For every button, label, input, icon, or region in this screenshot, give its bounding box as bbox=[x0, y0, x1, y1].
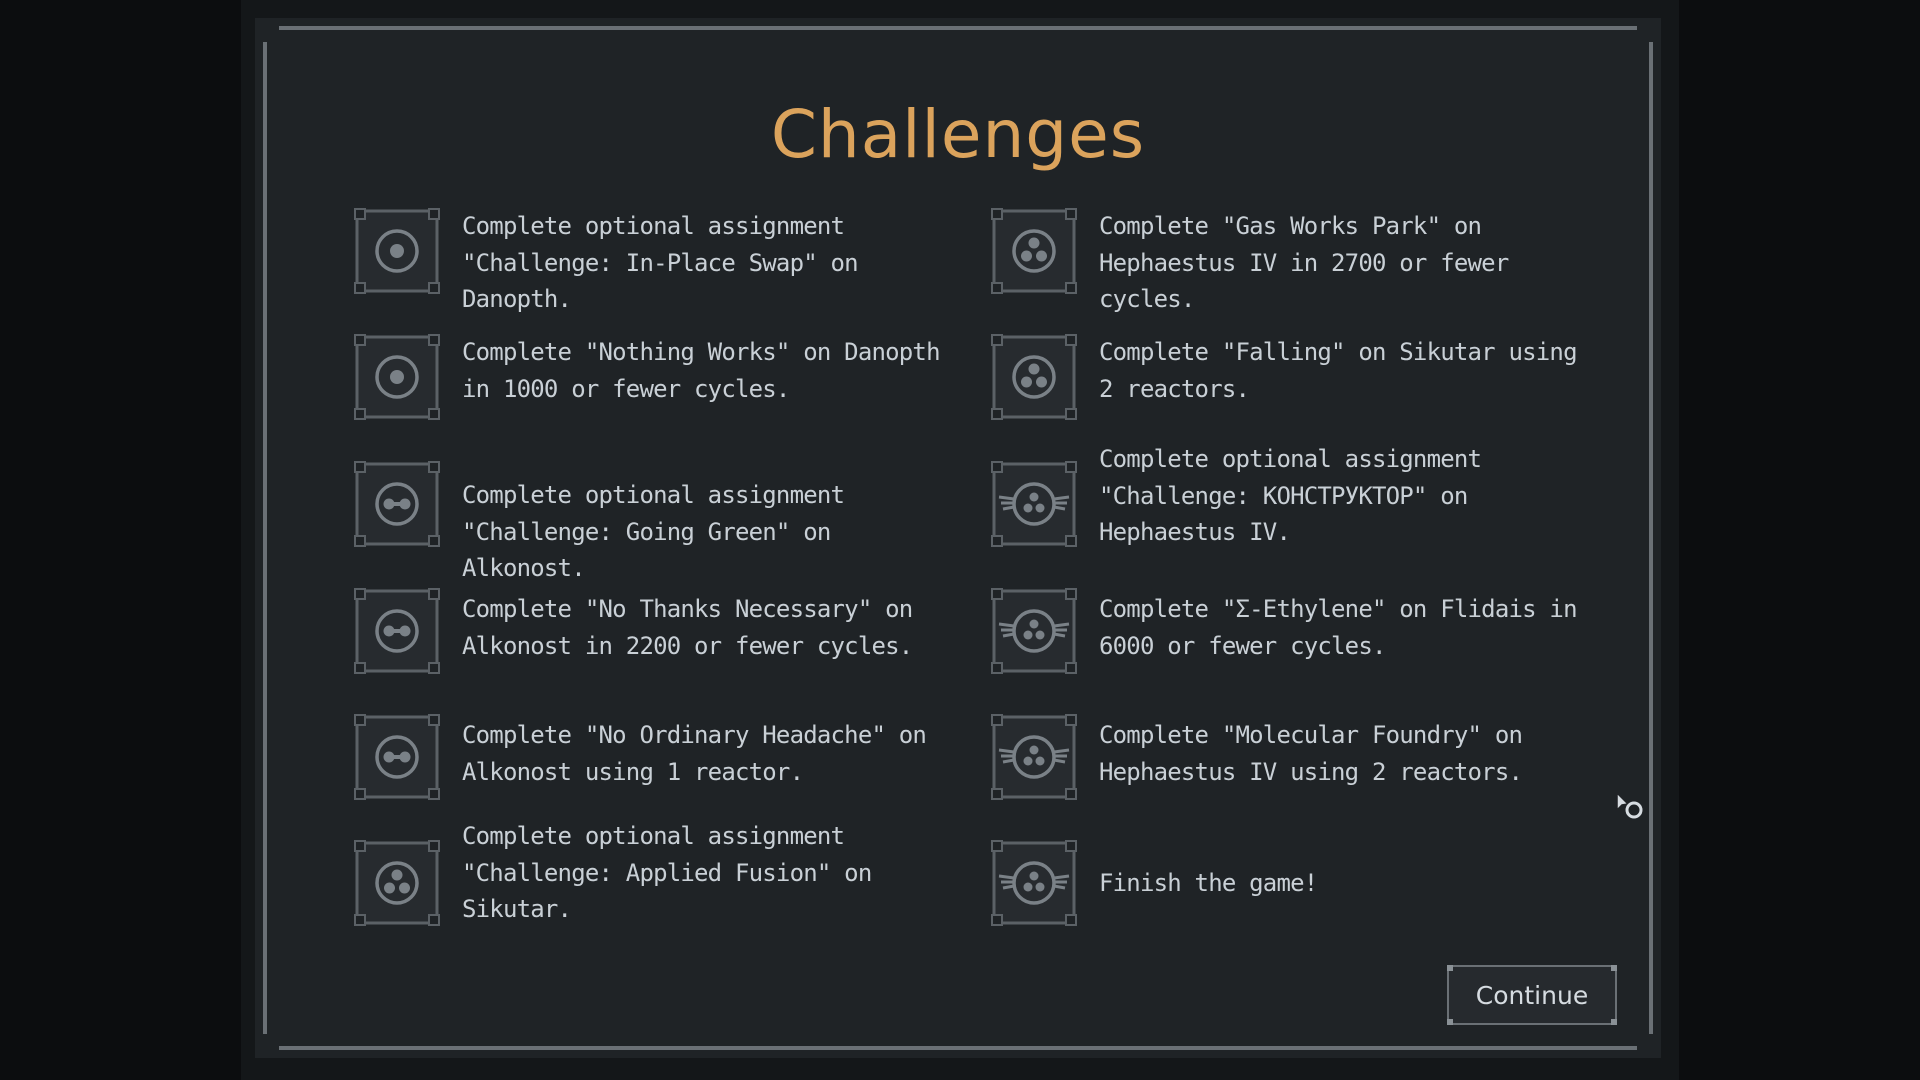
challenge-item: Complete "Falling" on Sikutar using 2 re… bbox=[991, 334, 1591, 446]
continue-button[interactable]: Continue bbox=[1447, 965, 1617, 1025]
corner-notch bbox=[255, 1034, 279, 1058]
corner-notch bbox=[1637, 18, 1661, 42]
winged-trefoil-icon bbox=[991, 588, 1077, 674]
challenge-item: Complete "No Ordinary Headache" on Alkon… bbox=[354, 714, 954, 826]
winged-trefoil-icon bbox=[991, 840, 1077, 926]
linked-ring-icon bbox=[354, 714, 440, 800]
challenge-text: Complete "Nothing Works" on Danopth in 1… bbox=[462, 338, 941, 403]
trefoil-ring-icon bbox=[991, 208, 1077, 294]
dot-ring-icon bbox=[354, 334, 440, 420]
challenge-text: Complete "Falling" on Sikutar using 2 re… bbox=[1099, 338, 1578, 403]
challenge-text: Complete "No Ordinary Headache" on Alkon… bbox=[462, 721, 927, 786]
challenge-item: Complete "Nothing Works" on Danopth in 1… bbox=[354, 334, 954, 446]
corner-notch bbox=[1637, 1034, 1661, 1058]
continue-label: Continue bbox=[1475, 980, 1589, 1010]
corner-notch bbox=[255, 18, 279, 42]
challenge-item: Finish the game! bbox=[991, 840, 1591, 952]
challenge-text: Complete optional assignment "Challenge:… bbox=[462, 481, 845, 582]
challenge-text: Complete "No Thanks Necessary" on Alkono… bbox=[462, 595, 913, 660]
challenge-item: Complete "No Thanks Necessary" on Alkono… bbox=[354, 588, 954, 700]
challenge-item: Complete optional assignment "Challenge:… bbox=[991, 445, 1591, 573]
challenge-item: Complete "Gas Works Park" on Hephaestus … bbox=[991, 208, 1591, 320]
challenge-item: Complete "Molecular Foundry" on Hephaest… bbox=[991, 714, 1591, 826]
challenge-item: Complete optional assignment "Challenge:… bbox=[354, 208, 954, 320]
challenge-text: Complete "Gas Works Park" on Hephaestus … bbox=[1099, 212, 1509, 313]
linked-ring-icon bbox=[354, 588, 440, 674]
challenge-text: Complete "Σ-Ethylene" on Flidais in 6000… bbox=[1099, 595, 1578, 660]
challenge-item: Complete "Σ-Ethylene" on Flidais in 6000… bbox=[991, 588, 1591, 700]
challenge-text: Complete optional assignment "Challenge:… bbox=[1099, 445, 1482, 546]
linked-ring-icon bbox=[354, 461, 440, 547]
trefoil-ring-icon bbox=[354, 840, 440, 926]
trefoil-ring-icon bbox=[991, 334, 1077, 420]
challenge-item: Complete optional assignment "Challenge:… bbox=[354, 461, 954, 582]
challenge-text: Finish the game! bbox=[1099, 869, 1318, 897]
challenge-text: Complete "Molecular Foundry" on Hephaest… bbox=[1099, 721, 1523, 786]
page-title: Challenges bbox=[770, 96, 1146, 173]
challenges-dialog: Challenges Complete optional assignment … bbox=[255, 18, 1661, 1058]
challenge-text: Complete optional assignment "Challenge:… bbox=[462, 822, 872, 923]
dot-ring-icon bbox=[354, 208, 440, 294]
challenge-text: Complete optional assignment "Challenge:… bbox=[462, 212, 859, 313]
winged-trefoil-icon bbox=[991, 714, 1077, 800]
winged-trefoil-icon bbox=[991, 461, 1077, 547]
mouse-cursor-icon bbox=[1616, 791, 1643, 819]
challenge-item: Complete optional assignment "Challenge:… bbox=[354, 822, 954, 952]
